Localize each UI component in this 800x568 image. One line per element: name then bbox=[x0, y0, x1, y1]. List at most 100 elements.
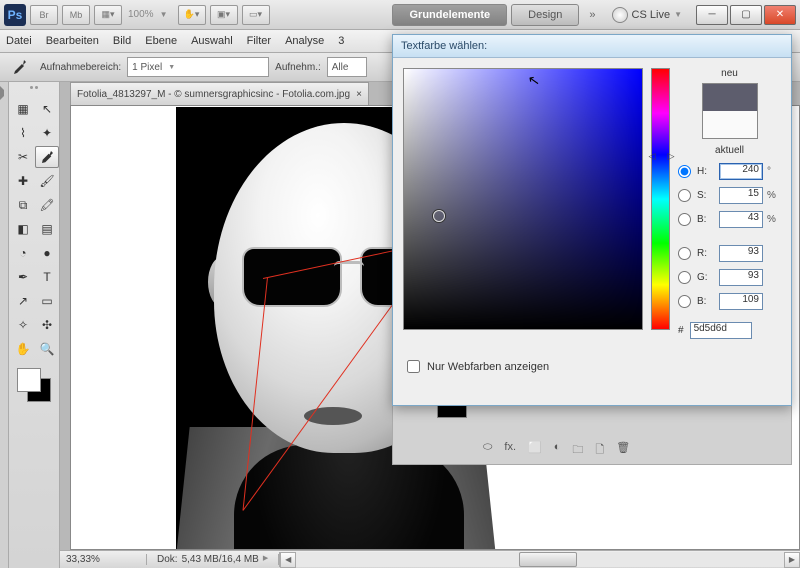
menu-layer[interactable]: Ebene bbox=[145, 35, 177, 47]
hue-thumb[interactable]: ◁▷ bbox=[648, 151, 674, 159]
cs-live[interactable]: CS Live▼ bbox=[612, 7, 688, 23]
dodge-tool[interactable]: ● bbox=[35, 242, 59, 264]
trash-icon[interactable]: 🗑 bbox=[616, 441, 630, 460]
menu-edit[interactable]: Bearbeiten bbox=[46, 35, 99, 47]
field-s[interactable]: 15 bbox=[719, 187, 763, 204]
eraser-tool[interactable]: ◧ bbox=[11, 218, 35, 240]
hex-label: # bbox=[678, 325, 684, 336]
sample-size-label: Aufnahmebereich: bbox=[40, 62, 121, 73]
status-bar: 33,33% Dok:5,43 MB/16,4 MB▶ ◀ ▶ bbox=[60, 550, 800, 568]
menu-analyse[interactable]: Analyse bbox=[285, 35, 324, 47]
bridge-button[interactable]: Br bbox=[30, 5, 58, 25]
web-colors-checkbox[interactable] bbox=[407, 360, 420, 373]
brush-tool[interactable]: 🖌 bbox=[35, 170, 59, 192]
zoom-dropdown[interactable]: ▼ bbox=[160, 10, 168, 19]
blur-tool[interactable]: ◔ bbox=[11, 242, 35, 264]
lasso-tool[interactable]: ⌇ bbox=[11, 122, 35, 144]
crop-tool[interactable]: ✂ bbox=[11, 146, 35, 168]
radio-b[interactable] bbox=[678, 213, 691, 226]
layers-panel-fragment: ⬭ fx. ⬜ ◐ 🗀 🗋 🗑 bbox=[392, 404, 792, 465]
menu-filter[interactable]: Filter bbox=[247, 35, 271, 47]
workspace-more[interactable]: » bbox=[589, 9, 595, 21]
toolbox: ▦↖ ⌇✦ ✂ ✚🖌 ⧉🖍 ◧▤ ◔● ✒T ↗▭ ✧✣ ✋🔍 bbox=[9, 82, 60, 568]
close-button[interactable]: ✕ bbox=[764, 5, 796, 25]
radio-h[interactable] bbox=[678, 165, 691, 178]
menu-3d[interactable]: 3 bbox=[338, 35, 344, 47]
menu-select[interactable]: Auswahl bbox=[191, 35, 233, 47]
eyedropper-indicator bbox=[4, 55, 34, 79]
status-zoom[interactable]: 33,33% bbox=[60, 554, 147, 565]
type-tool[interactable]: T bbox=[35, 266, 59, 288]
collapse-gutter[interactable] bbox=[0, 82, 9, 568]
sample-from-select[interactable]: Alle bbox=[327, 57, 367, 77]
scroll-right-icon[interactable]: ▶ bbox=[784, 552, 800, 568]
sample-size-select[interactable]: 1 Pixel▼ bbox=[127, 57, 269, 77]
zoom-tool[interactable]: 🔍 bbox=[35, 338, 59, 360]
field-b[interactable]: 43 bbox=[719, 211, 763, 228]
field-r[interactable]: 93 bbox=[719, 245, 763, 262]
menu-image[interactable]: Bild bbox=[113, 35, 131, 47]
stamp-tool[interactable]: ⧉ bbox=[11, 194, 35, 216]
field-hex[interactable]: 5d5d6d bbox=[690, 322, 752, 339]
eyedropper-tool[interactable] bbox=[35, 146, 59, 168]
color-cursor[interactable] bbox=[433, 210, 445, 222]
scroll-thumb[interactable] bbox=[519, 552, 577, 567]
history-brush-tool[interactable]: 🖍 bbox=[35, 194, 59, 216]
move-tool[interactable]: ▦ bbox=[11, 98, 35, 120]
move-tool-alt[interactable]: ↖ bbox=[35, 98, 59, 120]
h-scrollbar[interactable]: ◀ ▶ bbox=[279, 552, 800, 567]
screen-mode-button[interactable]: ▣▾ bbox=[210, 5, 238, 25]
radio-bl[interactable] bbox=[678, 295, 691, 308]
pen-tool[interactable]: ✒ bbox=[11, 266, 35, 288]
arrange-button[interactable]: ▭▾ bbox=[242, 5, 270, 25]
menu-file[interactable]: Datei bbox=[6, 35, 32, 47]
minibridge-button[interactable]: Mb bbox=[62, 5, 90, 25]
fg-swatch[interactable] bbox=[17, 368, 41, 392]
layout-button[interactable]: ▦▾ bbox=[94, 5, 122, 25]
hand-tool[interactable]: ✋ bbox=[11, 338, 35, 360]
mask-icon[interactable]: ⬜ bbox=[528, 441, 542, 460]
new-label: neu bbox=[678, 68, 781, 79]
fx-icon[interactable]: fx. bbox=[504, 441, 516, 460]
color-picker-dialog: Textfarbe wählen: ◁▷ neu aktuell H:240° … bbox=[392, 34, 792, 406]
shape-tool[interactable]: ▭ bbox=[35, 290, 59, 312]
newlayer-icon[interactable]: 🗋 bbox=[595, 441, 604, 460]
document-tab[interactable]: Fotolia_4813297_M - © sumnersgraphicsinc… bbox=[70, 82, 369, 105]
scroll-left-icon[interactable]: ◀ bbox=[280, 552, 296, 568]
workspace-design[interactable]: Design bbox=[511, 4, 579, 26]
hand-tool-button[interactable]: ✋▾ bbox=[178, 5, 206, 25]
eyedropper-icon bbox=[10, 58, 28, 76]
workspace-grundelemente[interactable]: Grundelemente bbox=[392, 4, 507, 26]
hue-slider[interactable]: ◁▷ bbox=[651, 68, 670, 330]
cslive-icon bbox=[612, 7, 628, 23]
sample-from-label: Aufnehm.: bbox=[275, 62, 321, 73]
toolbox-handle[interactable] bbox=[12, 86, 56, 94]
path-select-tool[interactable]: ↗ bbox=[11, 290, 35, 312]
folder-icon[interactable]: 🗀 bbox=[572, 441, 583, 460]
heal-tool[interactable]: ✚ bbox=[11, 170, 35, 192]
zoom-label: 100% bbox=[128, 9, 154, 20]
radio-s[interactable] bbox=[678, 189, 691, 202]
minimize-button[interactable]: ─ bbox=[696, 5, 728, 25]
current-label: aktuell bbox=[678, 145, 781, 156]
status-docinfo[interactable]: Dok:5,43 MB/16,4 MB▶ bbox=[147, 554, 279, 565]
field-h[interactable]: 240 bbox=[719, 163, 763, 180]
ps-logo: Ps bbox=[4, 4, 26, 26]
color-preview bbox=[702, 83, 758, 139]
radio-g[interactable] bbox=[678, 271, 691, 284]
close-tab-icon[interactable]: × bbox=[356, 89, 362, 100]
3d-tool[interactable]: ✧ bbox=[11, 314, 35, 336]
saturation-field[interactable] bbox=[403, 68, 643, 330]
gradient-tool[interactable]: ▤ bbox=[35, 218, 59, 240]
adjust-icon[interactable]: ◐ bbox=[554, 441, 561, 460]
color-swatches[interactable] bbox=[17, 368, 51, 402]
maximize-button[interactable]: ▢ bbox=[730, 5, 762, 25]
3d-camera-tool[interactable]: ✣ bbox=[35, 314, 59, 336]
field-bl[interactable]: 109 bbox=[719, 293, 763, 310]
radio-r[interactable] bbox=[678, 247, 691, 260]
app-titlebar: Ps Br Mb ▦▾ 100% ▼ ✋▾ ▣▾ ▭▾ Grundelemente… bbox=[0, 0, 800, 30]
field-g[interactable]: 93 bbox=[719, 269, 763, 286]
wand-tool[interactable]: ✦ bbox=[35, 122, 59, 144]
link-icon[interactable]: ⬭ bbox=[483, 441, 492, 460]
dialog-title[interactable]: Textfarbe wählen: bbox=[393, 35, 791, 58]
